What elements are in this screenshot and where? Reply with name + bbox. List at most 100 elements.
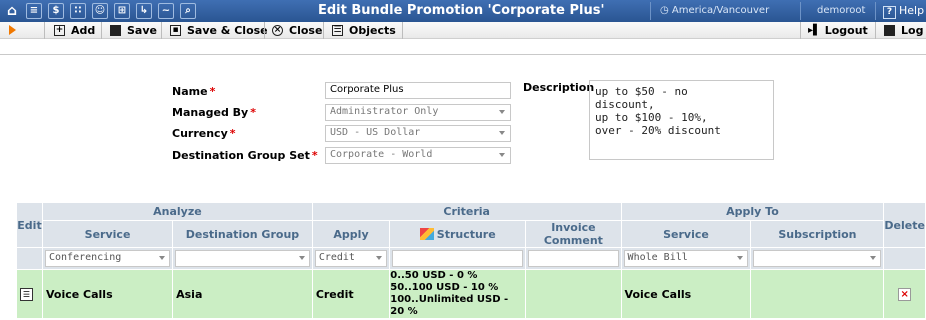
table-row: ☰ Voice Calls Asia Credit 0..50 USD - 0 … — [16, 269, 926, 319]
help-link[interactable]: ? Help — [883, 4, 924, 19]
edit-column-header: Edit — [16, 202, 43, 248]
objects-button[interactable]: ☰ Objects — [332, 23, 396, 38]
service-cell: Voice Calls — [41, 269, 174, 319]
invoice-comment-column-header[interactable]: Invoice Comment — [525, 220, 622, 248]
log-icon — [884, 25, 895, 36]
filter-cell — [389, 247, 527, 270]
save-button[interactable]: Save — [110, 23, 157, 38]
grid-icon[interactable]: ∷ — [70, 3, 86, 19]
close-icon: × — [272, 25, 283, 36]
logout-icon: ▸▌ — [808, 25, 821, 36]
filter-cell — [172, 247, 313, 270]
edit-icon[interactable]: ☰ — [20, 288, 33, 301]
search-icon[interactable]: ⌕ — [180, 3, 196, 19]
filter-cell — [525, 247, 622, 270]
logout-button[interactable]: ▸▌ Logout — [808, 23, 868, 38]
destination-group-set-select[interactable]: Corporate - World — [325, 147, 511, 164]
divider — [323, 22, 324, 39]
chevron-down-icon — [499, 110, 505, 114]
invoice-comment-cell — [525, 269, 622, 319]
name-field[interactable]: Corporate Plus — [325, 82, 511, 99]
name-label: Name * — [172, 85, 215, 98]
destination-group-filter-select[interactable] — [175, 250, 310, 267]
save-close-button[interactable]: ▪ Save & Close — [170, 23, 268, 38]
add-button[interactable]: + Add — [54, 23, 95, 38]
description-textarea[interactable]: up to $50 - no discount, up to $100 - 10… — [589, 80, 774, 160]
destination-group-column-header[interactable]: Destination Group — [172, 220, 313, 248]
structure-filter-input[interactable] — [392, 250, 524, 267]
structure-column-header[interactable]: Structure — [389, 220, 527, 248]
delete-cell: × — [883, 269, 926, 319]
help-icon: ? — [883, 6, 896, 19]
description-label: Description — [523, 81, 595, 94]
apply-column-header[interactable]: Apply — [311, 220, 391, 248]
home-icon[interactable]: ⌂ — [4, 3, 20, 19]
delete-icon[interactable]: × — [898, 288, 912, 301]
tree-icon[interactable]: ⊞ — [114, 3, 130, 19]
paint-icon — [419, 227, 434, 240]
structure-line: 100..Unlimited USD - 20 % — [390, 294, 509, 317]
divider — [402, 22, 403, 39]
divider — [875, 22, 876, 39]
filter-cell — [750, 247, 885, 270]
criteria-group-header: Criteria — [311, 202, 622, 221]
service-filter-select[interactable]: Conferencing — [44, 250, 171, 267]
flow-icon[interactable]: ↳ — [136, 3, 152, 19]
structure-line: 0..50 USD - 0 % — [390, 270, 478, 281]
subscription-filter-select[interactable] — [753, 250, 882, 267]
currency-label: Currency * — [172, 127, 236, 140]
apply-service-column-header[interactable]: Service — [620, 220, 752, 248]
required-marker: * — [209, 85, 216, 98]
person-icon[interactable]: ☺ — [92, 3, 108, 19]
filter-spacer — [883, 247, 926, 270]
apply-cell: Credit — [311, 269, 391, 319]
service-filter-value: Conferencing — [48, 252, 122, 263]
timezone-link[interactable]: ◷ America/Vancouver — [660, 5, 769, 16]
destination-group-cell: Asia — [172, 269, 313, 319]
currency-select[interactable]: USD - US Dollar — [325, 125, 511, 142]
required-marker: * — [311, 149, 318, 162]
destination-group-set-value: Corporate - World — [330, 149, 433, 160]
structure-line: 50..100 USD - 10 % — [390, 282, 499, 293]
promotion-grid: Edit Analyze Criteria Apply To Delete Se… — [16, 202, 926, 319]
destination-group-set-label-text: Destination Group Set — [172, 149, 310, 162]
chart-icon[interactable]: ~ — [158, 3, 174, 19]
chevron-down-icon — [499, 153, 505, 157]
required-marker: * — [250, 106, 256, 119]
filter-cell: Whole Bill — [620, 247, 752, 270]
divider — [264, 22, 265, 39]
name-label-text: Name — [172, 85, 208, 98]
apply-service-filter-value: Whole Bill — [627, 252, 688, 263]
apply-service-cell: Voice Calls — [620, 269, 752, 319]
service-column-header[interactable]: Service — [41, 220, 174, 248]
managed-by-value: Administrator Only — [330, 106, 439, 117]
top-navigation-bar: ⌂ ≡ $ ∷ ☺ ⊞ ↳ ~ ⌕ Edit Bundle Promotion … — [0, 0, 926, 22]
apply-filter-value: Credit — [318, 252, 355, 263]
currency-value: USD - US Dollar — [330, 127, 421, 138]
add-label: Add — [71, 24, 96, 37]
subscription-column-header[interactable]: Subscription — [750, 220, 885, 248]
analyze-group-header: Analyze — [41, 202, 313, 221]
apply-service-filter-select[interactable]: Whole Bill — [623, 250, 749, 267]
subscription-cell — [750, 269, 885, 319]
chevron-down-icon — [376, 256, 383, 260]
managed-by-select[interactable]: Administrator Only — [325, 104, 511, 121]
user-link[interactable]: demoroot — [817, 5, 865, 16]
dollar-icon[interactable]: $ — [48, 3, 64, 19]
currency-label-text: Currency — [172, 127, 228, 140]
chevron-down-icon — [499, 131, 505, 135]
help-label: Help — [899, 4, 925, 17]
divider — [161, 22, 162, 39]
play-icon[interactable] — [9, 25, 16, 35]
invoice-comment-filter-input[interactable] — [528, 250, 619, 267]
close-button[interactable]: × Close — [272, 23, 322, 38]
log-button[interactable]: Log — [884, 23, 923, 38]
divider — [800, 2, 801, 20]
apply-filter-select[interactable]: Credit — [314, 250, 388, 267]
filter-spacer — [16, 247, 43, 270]
page-title: Edit Bundle Promotion 'Corporate Plus' — [318, 3, 605, 18]
close-label: Close — [289, 24, 323, 37]
save-close-label: Save & Close — [187, 24, 268, 37]
add-icon: + — [54, 25, 65, 36]
list-icon[interactable]: ≡ — [26, 3, 42, 19]
